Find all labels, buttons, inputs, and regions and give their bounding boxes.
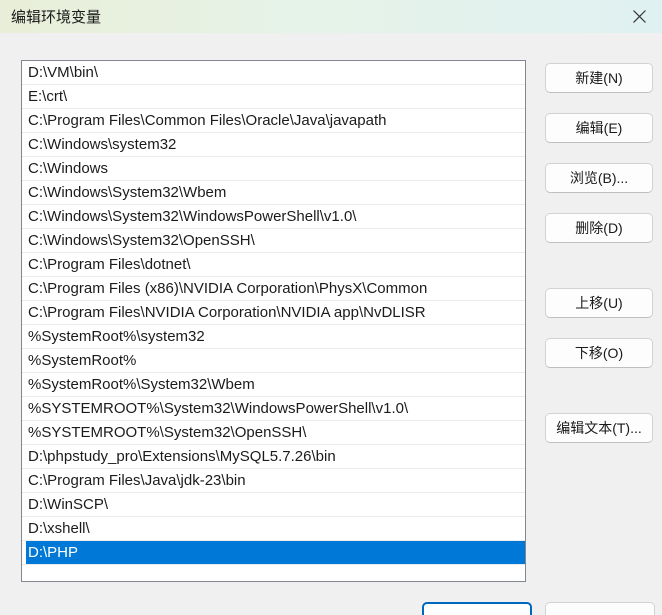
path-list[interactable]: D:\VM\bin\E:\crt\C:\Program Files\Common…	[21, 60, 526, 582]
edit-environment-variable-dialog: 编辑环境变量 D:\VM\bin\E:\crt\C:\Program Files…	[0, 0, 662, 615]
edit-text-button[interactable]: 编辑文本(T)...	[545, 413, 653, 443]
list-item[interactable]: %SystemRoot%	[22, 349, 525, 373]
titlebar[interactable]: 编辑环境变量	[0, 0, 662, 33]
new-button[interactable]: 新建(N)	[545, 63, 653, 93]
list-item[interactable]: %SystemRoot%\system32	[22, 325, 525, 349]
move-up-button[interactable]: 上移(U)	[545, 288, 653, 318]
list-item[interactable]: E:\crt\	[22, 85, 525, 109]
list-item[interactable]: C:\Windows\system32	[22, 133, 525, 157]
list-item[interactable]: C:\Windows\System32\OpenSSH\	[22, 229, 525, 253]
delete-button[interactable]: 删除(D)	[545, 213, 653, 243]
close-button[interactable]	[616, 0, 662, 33]
move-down-button[interactable]: 下移(O)	[545, 338, 653, 368]
list-item[interactable]: D:\xshell\	[22, 517, 525, 541]
list-item[interactable]: D:\WinSCP\	[22, 493, 525, 517]
list-item[interactable]: %SystemRoot%\System32\Wbem	[22, 373, 525, 397]
list-item[interactable]: C:\Program Files\Common Files\Oracle\Jav…	[22, 109, 525, 133]
list-item[interactable]: C:\Program Files\NVIDIA Corporation\NVID…	[22, 301, 525, 325]
list-item[interactable]: D:\VM\bin\	[22, 61, 525, 85]
window-title: 编辑环境变量	[0, 6, 101, 27]
list-item[interactable]: C:\Program Files\Java\jdk-23\bin	[22, 469, 525, 493]
list-item[interactable]: C:\Windows	[22, 157, 525, 181]
cancel-button[interactable]	[545, 602, 655, 615]
close-icon	[632, 9, 647, 24]
list-item[interactable]: C:\Windows\System32\Wbem	[22, 181, 525, 205]
list-item[interactable]: C:\Windows\System32\WindowsPowerShell\v1…	[22, 205, 525, 229]
list-item[interactable]: D:\PHP	[22, 541, 525, 565]
list-item[interactable]: %SYSTEMROOT%\System32\OpenSSH\	[22, 421, 525, 445]
list-item[interactable]: D:\phpstudy_pro\Extensions\MySQL5.7.26\b…	[22, 445, 525, 469]
list-item[interactable]: C:\Program Files (x86)\NVIDIA Corporatio…	[22, 277, 525, 301]
browse-button[interactable]: 浏览(B)...	[545, 163, 653, 193]
list-item[interactable]: %SYSTEMROOT%\System32\WindowsPowerShell\…	[22, 397, 525, 421]
ok-button[interactable]	[422, 602, 532, 615]
edit-button[interactable]: 编辑(E)	[545, 113, 653, 143]
list-item[interactable]: C:\Program Files\dotnet\	[22, 253, 525, 277]
